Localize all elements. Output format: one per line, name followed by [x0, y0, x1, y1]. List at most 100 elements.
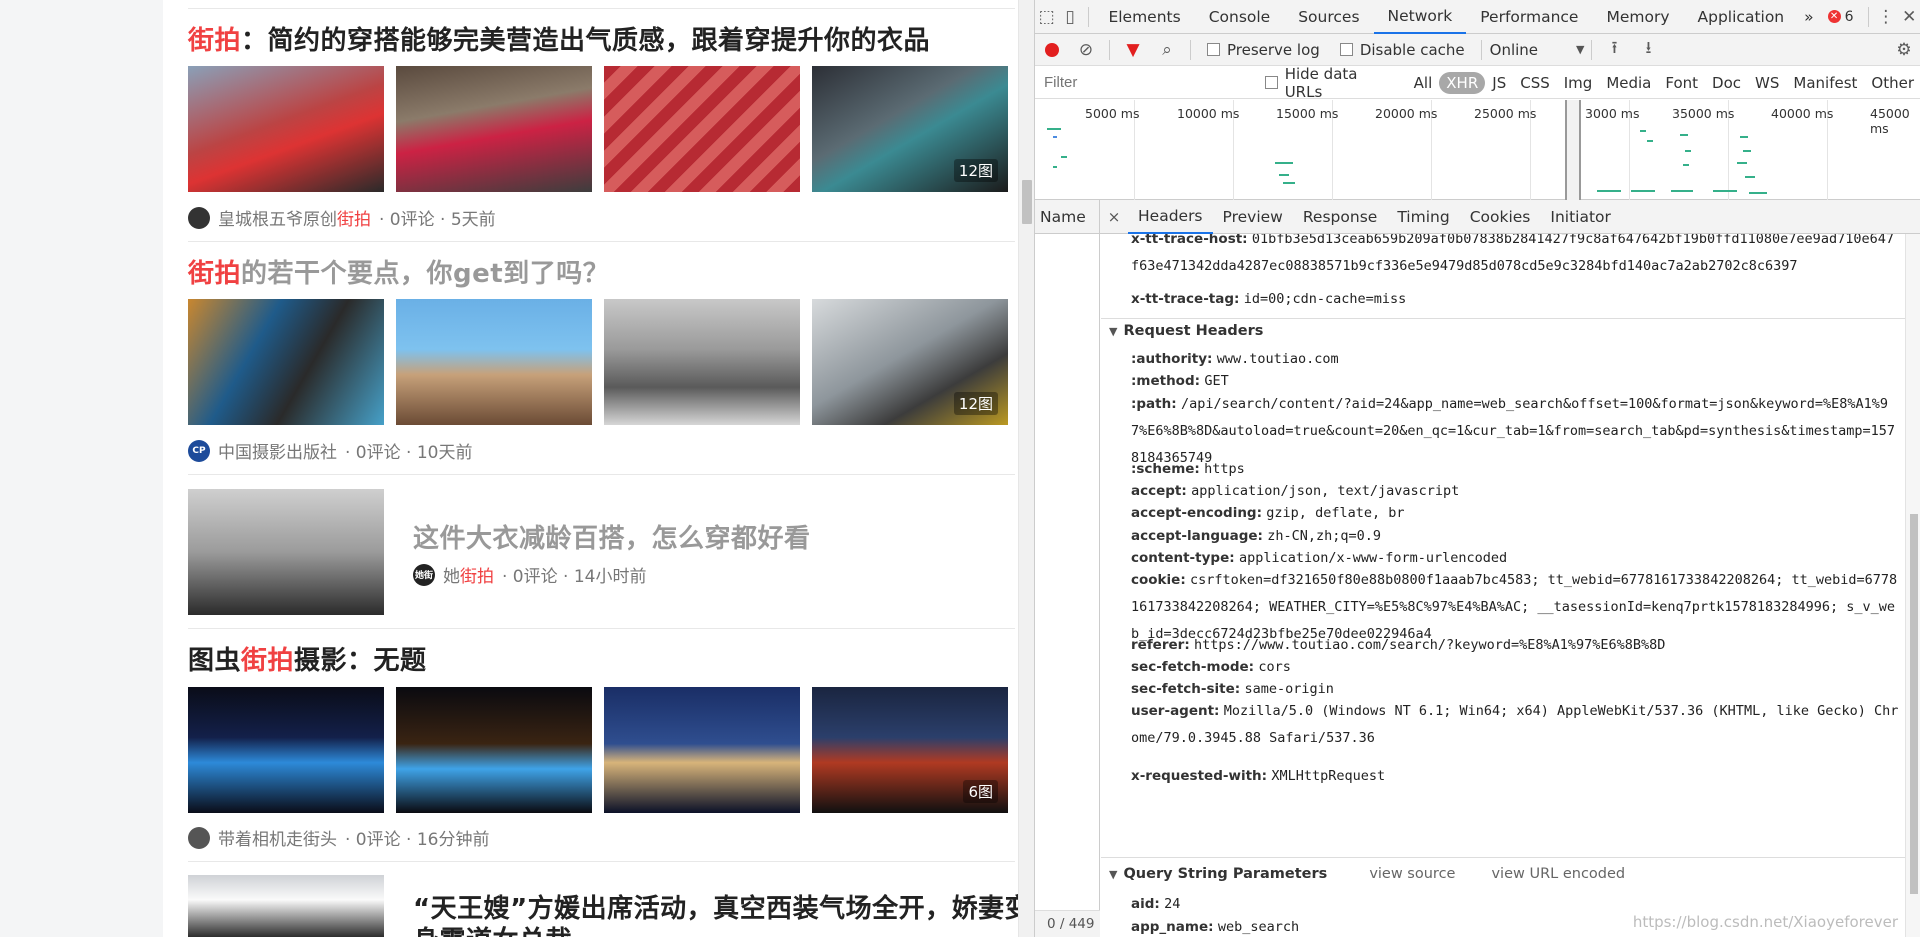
type-filter-js[interactable]: JS: [1485, 72, 1513, 94]
avatar[interactable]: CP: [188, 439, 210, 462]
request-headers-section[interactable]: ▼ Request Headers: [1109, 323, 1263, 339]
name-column-header[interactable]: Name: [1035, 199, 1100, 234]
screen: 街拍：简约的穿搭能够完美营造出气质感，跟着穿提升你的衣品 12图 皇城根五爷原创…: [0, 0, 1920, 937]
record-icon[interactable]: [1035, 33, 1069, 67]
clear-icon[interactable]: ⊘: [1069, 33, 1103, 67]
tab-response[interactable]: Response: [1293, 200, 1387, 234]
header-line: x-tt-trace-tag: id=00;cdn-cache=miss: [1131, 291, 1407, 307]
search-icon[interactable]: ⌕: [1150, 33, 1184, 67]
export-har-icon[interactable]: ⭳: [1632, 33, 1666, 67]
article-title[interactable]: 图虫街拍摄影：无题: [188, 640, 427, 677]
type-filter-font[interactable]: Font: [1658, 72, 1705, 94]
tab-console[interactable]: Console: [1195, 0, 1285, 34]
thumbnail[interactable]: [396, 66, 592, 192]
avatar[interactable]: [188, 206, 210, 229]
view-url-encoded-link[interactable]: view URL encoded: [1491, 866, 1625, 882]
filter-input[interactable]: [1039, 70, 1247, 95]
throttling-select[interactable]: Online ▼: [1490, 41, 1585, 59]
page-scrollbar[interactable]: [1018, 0, 1034, 937]
article-thumbnails[interactable]: 12图: [188, 66, 1008, 192]
article-thumbnails[interactable]: 12图: [188, 299, 1008, 425]
scrollbar-thumb[interactable]: [1910, 514, 1918, 894]
tab-preview[interactable]: Preview: [1213, 200, 1293, 234]
query-string-section[interactable]: ▼ Query String Parameters view source view …: [1109, 866, 1625, 882]
thumbnail[interactable]: [188, 66, 384, 192]
thumbnail[interactable]: [188, 299, 384, 425]
article-title[interactable]: 街拍：简约的穿搭能够完美营造出气质感，跟着穿提升你的衣品: [188, 20, 930, 57]
thumbnail[interactable]: [604, 687, 800, 813]
article-title-line2[interactable]: 身霸道女总裁: [413, 920, 572, 937]
article-title[interactable]: 这件大衣减龄百搭，怎么穿都好看: [413, 518, 811, 555]
article-thumbnails[interactable]: 6图: [188, 687, 1008, 813]
tab-network[interactable]: Network: [1373, 0, 1467, 34]
avatar[interactable]: 她街: [413, 563, 435, 586]
type-filter-all[interactable]: All: [1407, 72, 1440, 94]
article-source[interactable]: 中国摄影出版社: [218, 438, 337, 463]
hide-data-urls-checkbox[interactable]: Hide data URLs: [1265, 65, 1397, 101]
article-meta: CP 中国摄影出版社 · 0评论 · 10天前: [188, 438, 472, 463]
kebab-menu-icon[interactable]: ⋮: [1874, 0, 1897, 34]
detail-scrollbar[interactable]: [1905, 234, 1920, 937]
close-detail-icon[interactable]: ×: [1100, 208, 1128, 226]
scrollbar-thumb[interactable]: [1022, 180, 1032, 224]
thumbnail[interactable]: [188, 489, 384, 615]
device-toolbar-icon[interactable]: ▯: [1058, 0, 1081, 34]
type-filter-other[interactable]: Other: [1864, 72, 1920, 94]
tab-memory[interactable]: Memory: [1592, 0, 1683, 34]
type-filter-img[interactable]: Img: [1557, 72, 1600, 94]
request-count-status: 0 / 449: [1035, 910, 1100, 937]
thumbnail[interactable]: [604, 66, 800, 192]
type-filter-css[interactable]: CSS: [1513, 72, 1557, 94]
article-title[interactable]: 街拍的若干个要点，你get到了吗？: [188, 253, 609, 290]
request-bar: [1749, 192, 1767, 194]
tab-elements[interactable]: Elements: [1094, 0, 1194, 34]
thumbnail[interactable]: [188, 687, 384, 813]
tab-initiator[interactable]: Initiator: [1540, 200, 1621, 234]
error-counter[interactable]: ✕ 6: [1820, 9, 1862, 25]
separator: [1480, 39, 1482, 60]
tab-headers[interactable]: Headers: [1128, 200, 1213, 234]
tab-timing[interactable]: Timing: [1387, 200, 1459, 234]
view-source-link[interactable]: view source: [1369, 866, 1455, 882]
avatar[interactable]: [188, 826, 210, 849]
timeline-tick: 25000 ms: [1474, 106, 1537, 121]
request-bar: [1279, 174, 1289, 176]
image-count-badge: 6图: [963, 780, 998, 803]
article-source[interactable]: 带着相机走街头: [218, 825, 337, 850]
inspect-element-icon[interactable]: ⬚: [1035, 0, 1058, 34]
import-har-icon[interactable]: ⭱: [1598, 33, 1632, 67]
header-line: x-tt-trace-host: 01bfb3e5d13ceab659b209a…: [1131, 234, 1894, 274]
thumbnail[interactable]: 12图: [812, 299, 1008, 425]
more-tabs-icon[interactable]: »: [1798, 0, 1819, 34]
thumbnail[interactable]: [188, 875, 384, 937]
tab-cookies[interactable]: Cookies: [1460, 200, 1541, 234]
close-icon[interactable]: ✕: [1898, 0, 1920, 34]
article-source[interactable]: 她街拍: [443, 562, 494, 587]
timeline-tick: 5000 ms: [1085, 106, 1140, 121]
type-filter-manifest[interactable]: Manifest: [1786, 72, 1864, 94]
type-filter-xhr[interactable]: XHR: [1439, 71, 1486, 94]
tab-performance[interactable]: Performance: [1466, 0, 1592, 34]
thumbnail[interactable]: 6图: [812, 687, 1008, 813]
network-overview-timeline[interactable]: 5000 ms 10000 ms 15000 ms 20000 ms 25000…: [1035, 100, 1920, 200]
type-filter-ws[interactable]: WS: [1748, 72, 1786, 94]
tab-application[interactable]: Application: [1684, 0, 1799, 34]
thumbnail[interactable]: 12图: [812, 66, 1008, 192]
tab-sources[interactable]: Sources: [1284, 0, 1373, 34]
article-source[interactable]: 皇城根五爷原创街拍: [218, 205, 371, 230]
request-bar: [1745, 176, 1755, 178]
request-name-list[interactable]: [1035, 234, 1100, 937]
thumbnail[interactable]: [604, 299, 800, 425]
timeline-selection-handle[interactable]: [1565, 100, 1581, 200]
thumbnail[interactable]: [396, 299, 592, 425]
preserve-log-checkbox[interactable]: Preserve log: [1207, 41, 1320, 59]
gear-icon[interactable]: ⚙: [1887, 33, 1920, 67]
type-filter-media[interactable]: Media: [1599, 72, 1658, 94]
timeline-tick: 20000 ms: [1375, 106, 1438, 121]
disable-cache-checkbox[interactable]: Disable cache: [1339, 41, 1465, 59]
divider: [188, 241, 1015, 242]
timeline-tick: 40000 ms: [1771, 106, 1834, 121]
thumbnail[interactable]: [396, 687, 592, 813]
type-filter-doc[interactable]: Doc: [1705, 72, 1748, 94]
filter-icon[interactable]: ▼: [1116, 33, 1150, 67]
